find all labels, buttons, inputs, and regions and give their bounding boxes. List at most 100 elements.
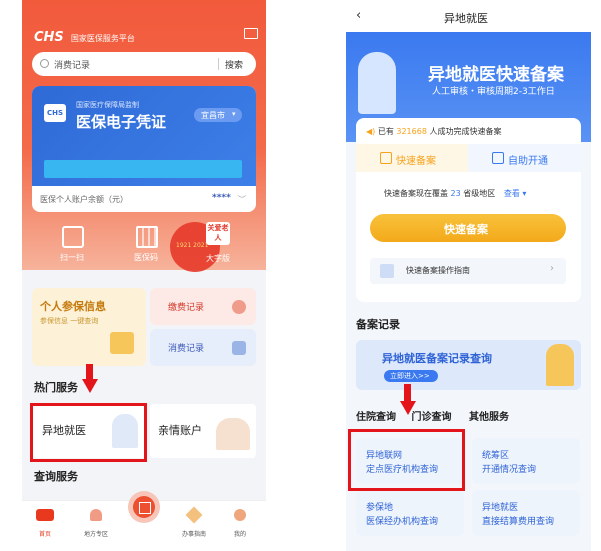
- quick-filing-button[interactable]: 快速备案: [370, 214, 566, 242]
- search-button[interactable]: 搜索: [225, 58, 243, 71]
- profile-icon: [234, 509, 246, 521]
- quick-action-qr[interactable]: 医保码: [134, 226, 158, 263]
- tile-subtitle: 开通情况查询: [482, 465, 537, 475]
- tile-title: 参保地: [366, 503, 394, 513]
- arrow-down-icon: [400, 401, 416, 415]
- tile-subtitle: 直接结算费用查询: [482, 517, 555, 527]
- service-label: 亲情账户: [158, 424, 202, 437]
- person-illustration: [546, 344, 574, 386]
- city-label: 宜昌市: [201, 111, 225, 120]
- consumption-records-label: 消费记录: [168, 344, 205, 354]
- nav-guide[interactable]: 办事指南: [182, 506, 207, 540]
- balance-mask[interactable]: ****: [212, 193, 231, 203]
- tab-quick-filing[interactable]: 快速备案: [356, 144, 468, 172]
- guide-label: 快速备案操作指南: [406, 266, 470, 275]
- document-icon: [380, 152, 392, 164]
- credential-card-face: CHS 国家医疗保障局监制 医保电子凭证 宜昌市 ▾: [32, 86, 256, 186]
- card-title: 医保电子凭证: [76, 113, 167, 131]
- payment-records-card[interactable]: 缴费记录: [150, 288, 256, 325]
- receipt-icon: [232, 341, 246, 355]
- tab-outpatient[interactable]: 门诊查询: [411, 412, 451, 423]
- nav-label: 我的: [234, 531, 247, 538]
- query-services-title: 查询服务: [34, 470, 78, 483]
- search-divider: [218, 58, 219, 70]
- nav-label: 首页: [38, 531, 51, 538]
- filing-notice: ◀) 已有 321668 人成功完成快速备案: [366, 126, 501, 137]
- qr-frame: [139, 502, 151, 514]
- arrow-shaft: [86, 364, 93, 380]
- mail-icon[interactable]: [244, 28, 258, 39]
- coverage-count: 23: [450, 189, 461, 198]
- nav-center-qr[interactable]: [128, 491, 160, 523]
- tile-pooling-area[interactable]: 统筹区 开通情况查询: [472, 438, 580, 484]
- notice-suffix: 人成功完成快速备案: [429, 127, 502, 136]
- search-icon: [40, 59, 49, 68]
- page-title: 异地就医: [444, 12, 488, 25]
- payment-icon: [232, 300, 246, 314]
- banner-subtitle: 人工审核・审核周期2-3工作日: [432, 87, 555, 97]
- elderly-care-icon: 关爱老人: [206, 222, 230, 245]
- quick-action-label: 医保码: [134, 253, 158, 262]
- filing-guide-link[interactable]: 快速备案操作指南 ›: [370, 258, 566, 284]
- city-selector[interactable]: 宜昌市 ▾: [194, 108, 242, 122]
- info-card-subtitle: 参保信息 一键查询: [40, 317, 99, 325]
- card-supervisor: 国家医疗保障局监制: [76, 101, 139, 109]
- tile-insured-location[interactable]: 参保地 医保经办机构查询: [356, 490, 464, 536]
- local-area-icon: [90, 509, 102, 521]
- service-family-account[interactable]: 亲情账户: [150, 404, 256, 458]
- quick-filing-button-label: 快速备案: [444, 223, 488, 236]
- tab-self-service[interactable]: 自助开通: [468, 144, 581, 172]
- coverage-view-link[interactable]: 查看: [504, 189, 520, 198]
- guide-doc-icon: [380, 264, 394, 278]
- hot-services-title: 热门服务: [34, 381, 78, 394]
- doctor-illustration: [358, 52, 396, 114]
- speaker-icon: ◀): [366, 127, 376, 136]
- nav-header: ‹ 异地就医: [346, 0, 591, 32]
- tab-inpatient[interactable]: 住院查询: [356, 412, 396, 423]
- chevron-down-icon: ▾: [232, 110, 236, 118]
- search-bar[interactable]: 消费记录 搜索: [32, 52, 256, 76]
- tile-title: 异地就医: [482, 503, 519, 513]
- party-badge-years: 1921 2021: [176, 242, 209, 249]
- chs-logo: CHS: [34, 30, 64, 45]
- platform-title: 国家医保服务平台: [70, 34, 135, 43]
- personal-insurance-card[interactable]: 个人参保信息 参保信息 一键查询: [32, 288, 146, 366]
- records-enter-button[interactable]: 立即进入>>: [384, 370, 438, 382]
- search-input[interactable]: 消费记录: [54, 58, 90, 71]
- nav-label: 办事指南: [182, 531, 207, 538]
- coverage-suffix: 省级地区: [463, 189, 496, 198]
- eye-hidden-icon[interactable]: ︶: [238, 194, 246, 205]
- chevron-right-icon: ›: [550, 263, 554, 274]
- elderly-badge-text: 关爱老人: [207, 224, 229, 242]
- nav-home[interactable]: 首页: [36, 509, 54, 540]
- notice-prefix: 已有: [377, 127, 394, 136]
- balance-label: 医保个人账户余额（元）: [40, 195, 128, 204]
- medical-credential-card[interactable]: CHS 国家医疗保障局监制 医保电子凭证 宜昌市 ▾ 医保个人账户余额（元） *…: [32, 86, 256, 212]
- tile-title: 统筹区: [482, 451, 510, 461]
- bottom-nav: 首页 地方专区 办事指南 我的: [22, 491, 266, 551]
- quick-action-large-font[interactable]: 关爱老人 大字版: [206, 222, 230, 264]
- chs-card-logo: CHS: [44, 104, 66, 122]
- back-icon[interactable]: ‹: [356, 8, 361, 23]
- highlight-box: [30, 403, 147, 462]
- nav-label: 地方专区: [84, 531, 109, 538]
- consumption-records-card[interactable]: 消费记录: [150, 329, 256, 366]
- family-illustration: [216, 418, 250, 450]
- section-tabs: 住院查询 门诊查询 其他服务: [356, 408, 509, 423]
- card-code-strip: [44, 160, 242, 178]
- arrow-down-icon: [82, 379, 98, 393]
- self-service-icon: [492, 152, 504, 164]
- records-query-banner[interactable]: 异地就医备案记录查询 立即进入>>: [356, 340, 581, 390]
- tab-other-services[interactable]: 其他服务: [469, 412, 509, 423]
- tile-direct-settlement[interactable]: 异地就医 直接结算费用查询: [472, 490, 580, 536]
- nav-profile[interactable]: 我的: [234, 509, 246, 540]
- records-banner-title: 异地就医备案记录查询: [382, 352, 492, 365]
- tab-label: 自助开通: [508, 156, 548, 167]
- nav-local-area[interactable]: 地方专区: [84, 509, 108, 540]
- quick-action-scan[interactable]: 扫一扫: [60, 226, 84, 263]
- tab-label: 快速备案: [396, 156, 436, 167]
- brand-bar: CHS 国家医保服务平台: [34, 26, 135, 45]
- highlight-box: [348, 429, 465, 491]
- qr-code-icon: [136, 226, 158, 248]
- left-phone-screen: CHS 国家医保服务平台 消费记录 搜索 CHS 国家医疗保障局监制 医保电子凭…: [22, 0, 266, 551]
